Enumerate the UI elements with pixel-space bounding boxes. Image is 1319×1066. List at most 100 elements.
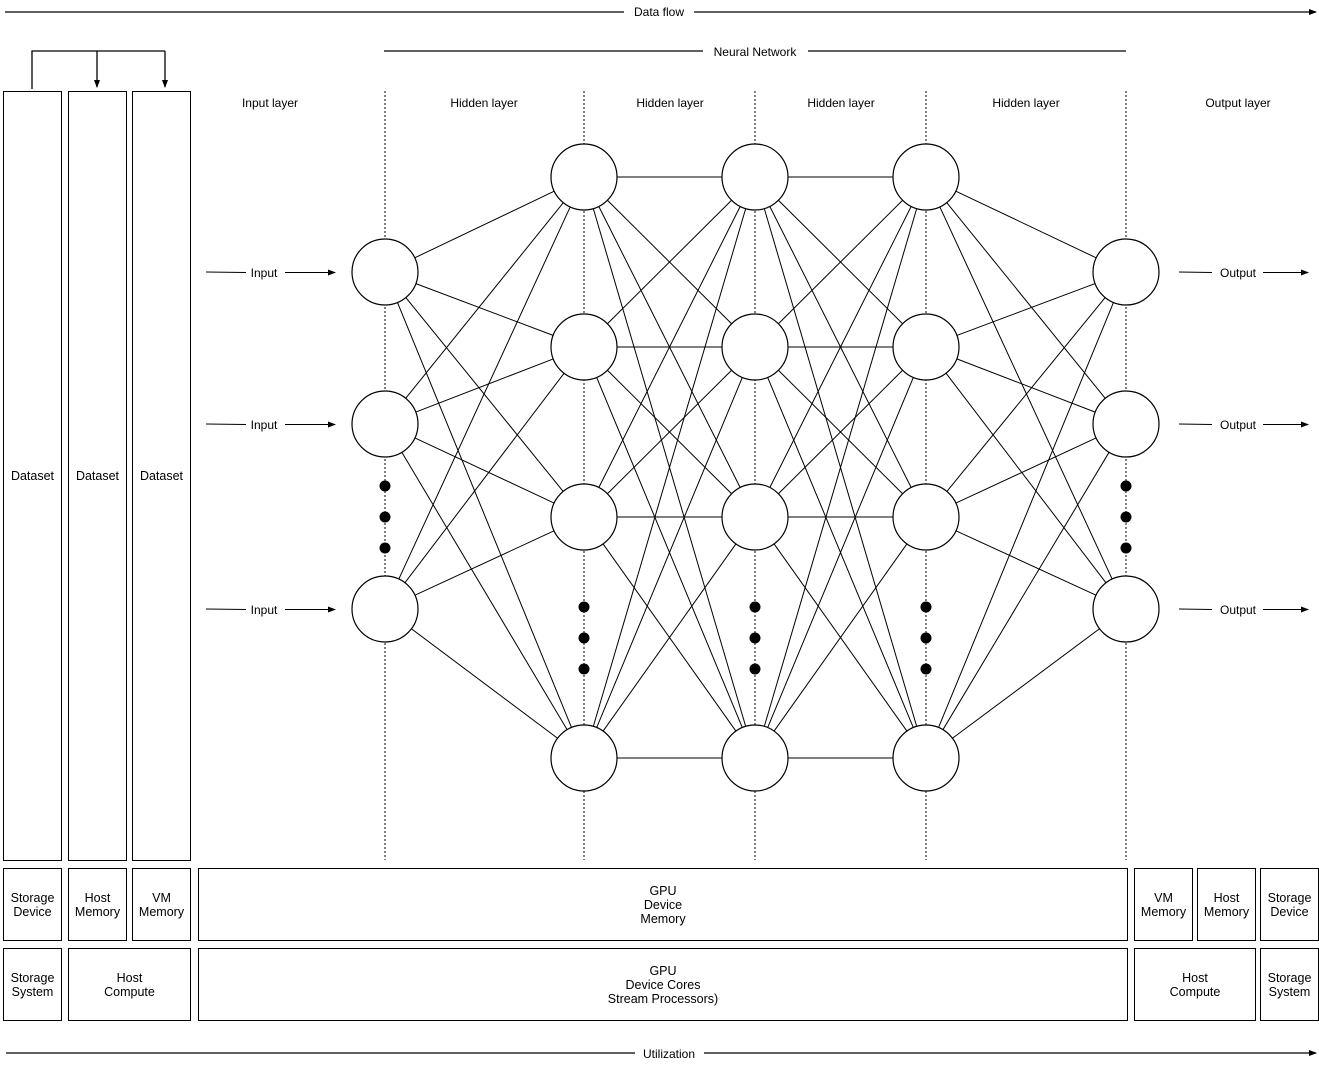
layer-label-hidden-1: Hidden layer	[450, 96, 517, 110]
layer-labels: Input layer Hidden layer Hidden layer Hi…	[242, 96, 1271, 110]
input-neuron	[351, 238, 419, 306]
layer-label-input: Input layer	[242, 96, 298, 110]
connection-edge	[398, 206, 571, 580]
ellipsis-dot	[920, 632, 932, 644]
connection-edge	[404, 372, 565, 584]
layer-label-hidden-4: Hidden layer	[992, 96, 1059, 110]
right-vm-memory: VM Memory	[1134, 868, 1193, 941]
input-label-2: Input	[251, 418, 278, 432]
hidden-neuron	[550, 724, 618, 792]
dataset-box-3: Dataset	[132, 91, 191, 861]
connection-edge	[414, 437, 555, 504]
hidden-neuron	[550, 313, 618, 381]
connection-edge	[405, 297, 564, 492]
ellipsis-dot	[379, 511, 391, 523]
hidden-neuron	[721, 143, 789, 211]
right-host-memory: Host Memory	[1197, 868, 1256, 941]
hidden-neuron	[892, 483, 960, 551]
right-storage-device: Storage Device	[1260, 868, 1319, 941]
output-arrows: Output Output Output	[1178, 266, 1309, 617]
left-host-memory-label: Host Memory	[74, 890, 121, 919]
ellipsis-dot	[1120, 511, 1132, 523]
dataset-label-1: Dataset	[10, 469, 55, 483]
ellipsis-dot	[578, 663, 590, 675]
gpu-device-cores-label: GPU Device Cores Stream Processors)	[607, 963, 719, 1006]
ellipsis-dot	[379, 542, 391, 554]
hidden-neuron	[721, 724, 789, 792]
dataset-box-1: Dataset	[3, 91, 62, 861]
connection-edge	[938, 302, 1114, 728]
ellipsis-dot	[749, 601, 761, 613]
input-neuron	[351, 575, 419, 643]
connection-edge	[945, 372, 1107, 584]
input-label-3: Input	[251, 603, 278, 617]
right-host-compute-label: Host Compute	[1169, 970, 1221, 999]
connection-edge	[956, 358, 1096, 413]
output-label-3: Output	[1220, 603, 1257, 617]
input-arrows: Input Input Input	[205, 266, 336, 617]
layer-label-hidden-3: Hidden layer	[807, 96, 874, 110]
ellipsis-dot	[920, 663, 932, 675]
ellipsis-dot	[749, 663, 761, 675]
dataset-label-3: Dataset	[139, 469, 184, 483]
left-host-compute-label: Host Compute	[104, 970, 155, 999]
hidden-neuron	[892, 724, 960, 792]
ellipsis-dot	[920, 601, 932, 613]
right-storage-system-label: Storage System	[1267, 970, 1312, 999]
right-storage-device-label: Storage Device	[1267, 890, 1312, 919]
connection-edge	[946, 297, 1106, 492]
connection-edge	[946, 202, 1106, 399]
input-label-1: Input	[251, 266, 278, 280]
hidden-neuron	[721, 483, 789, 551]
hidden-neuron	[550, 483, 618, 551]
dataset-box-2: Dataset	[68, 91, 127, 861]
left-vm-memory-label: VM Memory	[138, 890, 185, 919]
data-flow-arrow: Data flow	[5, 5, 1317, 19]
connection-edge	[939, 206, 1113, 580]
connection-edge	[411, 628, 558, 739]
ellipsis-dot	[1120, 542, 1132, 554]
output-neuron	[1092, 390, 1160, 458]
neural-network-label: Neural Network	[714, 45, 798, 59]
connection-edge	[397, 302, 572, 728]
ellipsis-dot	[1120, 480, 1132, 492]
gpu-device-memory-label: GPU Device Memory	[640, 883, 686, 926]
dataset-connector	[31, 50, 168, 89]
left-vm-memory: VM Memory	[132, 868, 191, 941]
connection-edge	[414, 530, 555, 596]
neural-network-bracket: Neural Network	[384, 45, 1126, 59]
left-storage-system: Storage System	[3, 948, 62, 1021]
connection-edge	[405, 202, 564, 399]
layer-label-hidden-2: Hidden layer	[636, 96, 703, 110]
hidden-neuron	[892, 313, 960, 381]
utilization-label: Utilization	[643, 1047, 695, 1061]
connection-edge	[415, 358, 554, 413]
right-vm-memory-label: VM Memory	[1140, 890, 1187, 919]
gpu-device-memory: GPU Device Memory	[198, 868, 1128, 941]
layer-label-output: Output layer	[1205, 96, 1270, 110]
connection-edge	[955, 530, 1097, 596]
output-neuron	[1092, 575, 1160, 643]
right-host-memory-label: Host Memory	[1203, 890, 1250, 919]
connection-edge	[401, 452, 568, 730]
right-host-compute: Host Compute	[1134, 948, 1256, 1021]
left-storage-device-label: Storage Device	[10, 890, 55, 919]
data-flow-label: Data flow	[634, 5, 684, 19]
input-neuron	[351, 390, 419, 458]
hidden-neuron	[892, 143, 960, 211]
hidden-neuron	[721, 313, 789, 381]
left-host-compute: Host Compute	[68, 948, 191, 1021]
connection-edge	[414, 190, 555, 259]
gpu-device-cores: GPU Device Cores Stream Processors)	[198, 948, 1128, 1021]
connection-edge	[955, 190, 1097, 259]
output-label-1: Output	[1220, 266, 1257, 280]
left-host-memory: Host Memory	[68, 868, 127, 941]
dataset-label-2: Dataset	[75, 469, 120, 483]
connection-edge	[952, 628, 1100, 739]
ellipsis-dot	[578, 601, 590, 613]
output-label-2: Output	[1220, 418, 1257, 432]
right-storage-system: Storage System	[1260, 948, 1319, 1021]
connection-edge	[415, 283, 554, 336]
hidden-neuron	[550, 143, 618, 211]
ellipsis-dot	[749, 632, 761, 644]
